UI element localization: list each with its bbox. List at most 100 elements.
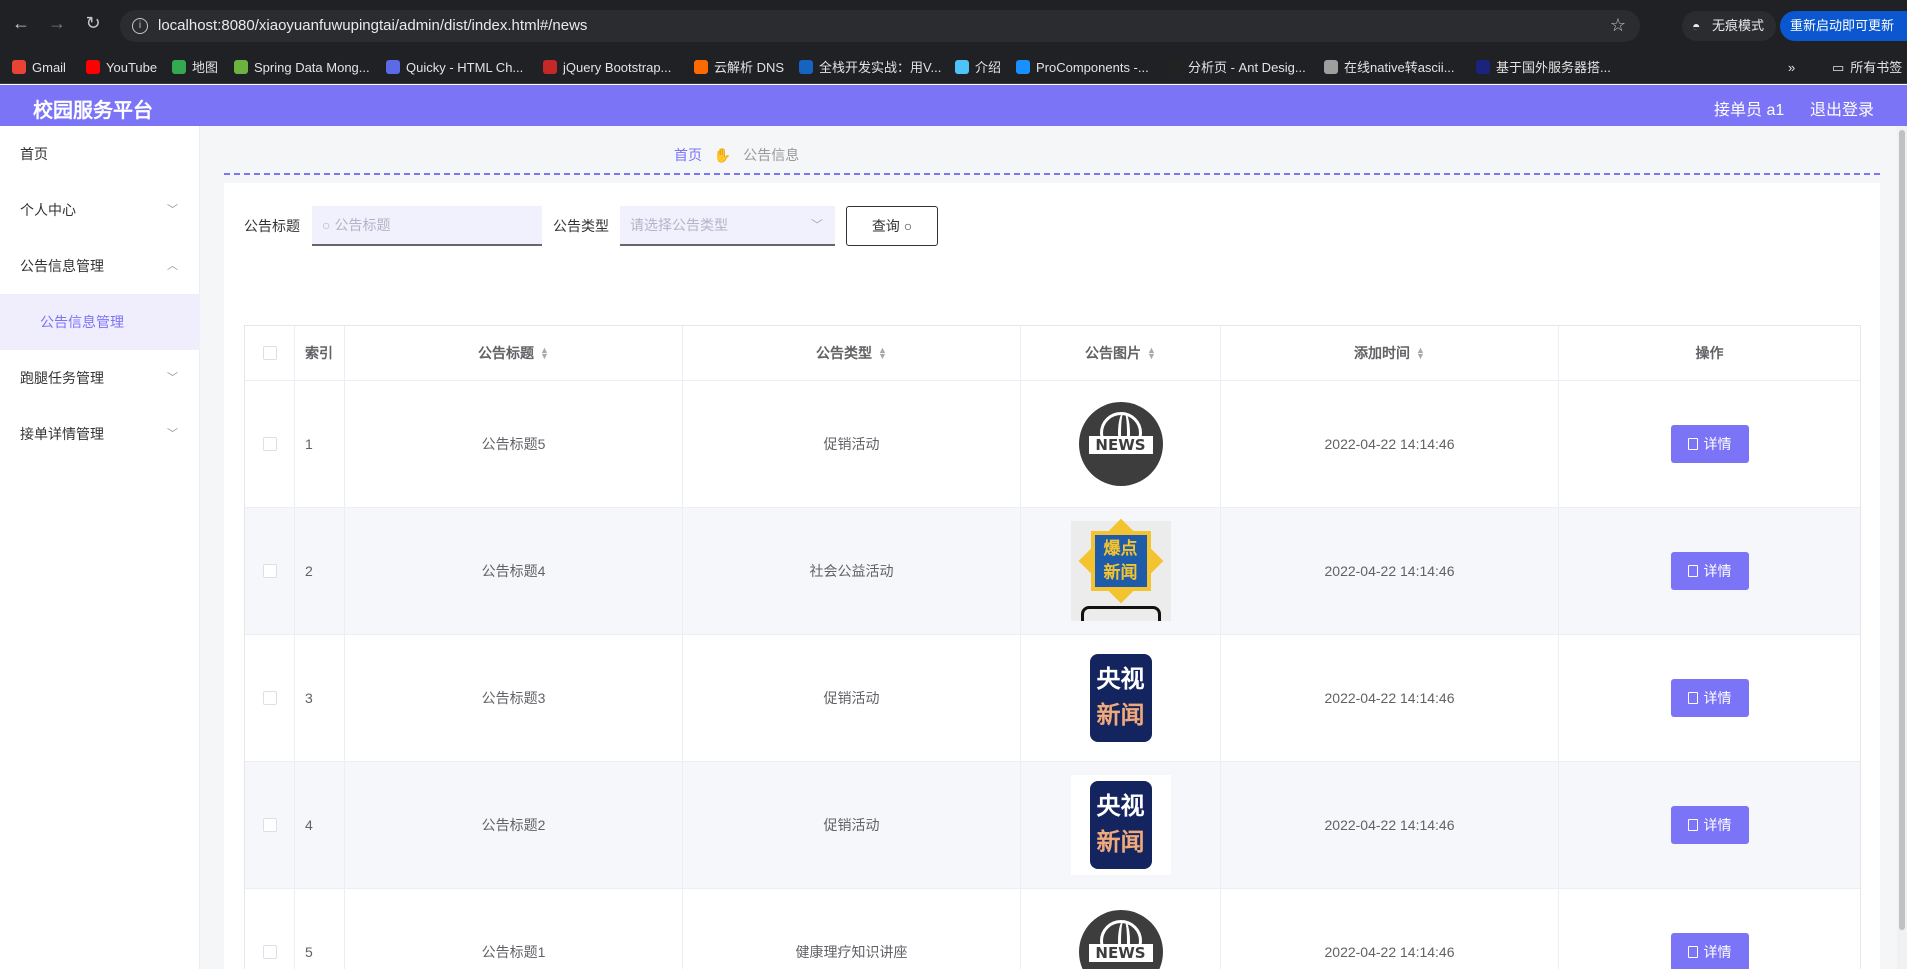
sidebar-item-home[interactable]: 首页 [0, 126, 200, 182]
address-bar[interactable]: i localhost:8080/xiaoyuanfuwupingtai/adm… [120, 10, 1640, 42]
detail-button[interactable]: 详情 [1670, 933, 1749, 969]
pro-icon [1168, 60, 1182, 74]
more-bookmarks-icon[interactable]: » [1788, 59, 1795, 77]
index-cell: 1 [295, 381, 345, 507]
detail-label: 详情 [1703, 563, 1732, 579]
back-icon[interactable]: ← [12, 14, 30, 32]
index-cell: 2 [295, 508, 345, 634]
type-select[interactable]: 请选择公告类型 ﹀ [620, 206, 835, 246]
header-title[interactable]: 公告标题 ▲ ▼ [345, 326, 683, 380]
incognito-icon: ◓ [1692, 18, 1701, 34]
sidebar-item-label: 首页 [20, 146, 48, 162]
breadcrumb-current: 公告信息 [743, 147, 800, 163]
update-button[interactable]: 重新启动即可更新 [1780, 11, 1907, 41]
sidebar-item-order-details[interactable]: 接单详情管理 ﹀ [0, 406, 200, 462]
news-text: NEWS [1088, 436, 1153, 454]
action-cell: 详情 [1559, 381, 1860, 507]
divider [224, 173, 1880, 175]
detail-button[interactable]: 详情 [1670, 425, 1749, 463]
time-cell: 2022-04-22 14:14:46 [1221, 762, 1559, 888]
bookmark-label: Spring Data Mong... [254, 60, 370, 75]
reload-icon[interactable]: ↻ [84, 14, 102, 32]
row-checkbox[interactable] [262, 818, 277, 832]
all-bookmarks-label: 所有书签 [1850, 60, 1903, 75]
header-image[interactable]: 公告图片 ▲ ▼ [1021, 326, 1221, 380]
detail-button[interactable]: 详情 [1670, 552, 1749, 590]
chevron-down-icon: ﹀ [167, 428, 178, 440]
cctv-news-image: 央视 新闻 [1070, 775, 1171, 875]
chevron-down-icon: ﹀ [810, 218, 823, 232]
bookmark-item[interactable]: ProComponents -... [1016, 59, 1149, 77]
row-select-cell [245, 635, 295, 761]
action-cell: 详情 [1559, 762, 1860, 888]
row-checkbox[interactable] [262, 437, 277, 451]
breadcrumb-home[interactable]: 首页 [674, 147, 702, 163]
aliyun-icon [694, 60, 708, 74]
query-button[interactable]: 查询 ○ [846, 206, 938, 246]
time-cell: 2022-04-22 14:14:46 [1221, 889, 1559, 969]
row-checkbox[interactable] [262, 945, 277, 959]
bookmark-item[interactable]: jQuery Bootstrap... [543, 59, 671, 77]
forward-icon[interactable]: → [48, 14, 66, 32]
sort-icon[interactable]: ▲ ▼ [540, 346, 549, 361]
bookmark-item[interactable]: 分析页 - Ant Desig... [1168, 59, 1306, 77]
bookmark-item[interactable]: Quicky - HTML Ch... [386, 59, 523, 77]
bookmark-item[interactable]: 云解析 DNS [694, 59, 784, 77]
type-cell: 促销活动 [683, 762, 1021, 888]
maps-icon [172, 60, 186, 74]
incognito-badge[interactable]: ◓ 无痕模式 [1682, 11, 1777, 41]
sidebar-item-errand-tasks[interactable]: 跑腿任务管理 ﹀ [0, 350, 200, 406]
bookmark-item[interactable]: Gmail [12, 59, 66, 77]
detail-button[interactable]: 详情 [1670, 806, 1749, 844]
sidebar-item-personal-center[interactable]: 个人中心 ﹀ [0, 182, 200, 238]
main-area: 首页 ✋ 公告信息 公告标题 ○ 公告标题 公告类型 请选择公告类型 ﹀ 查询 ○… [200, 126, 1907, 969]
title-search-input[interactable]: ○ 公告标题 [312, 206, 542, 246]
header-type[interactable]: 公告类型 ▲ ▼ [683, 326, 1021, 380]
type-cell: 促销活动 [683, 635, 1021, 761]
row-checkbox[interactable] [262, 691, 277, 705]
header-label: 操作 [1695, 345, 1724, 361]
bookmark-item[interactable]: 基于国外服务器搭... [1476, 59, 1611, 77]
bookmark-item[interactable]: YouTube [86, 59, 157, 77]
sidebar-subitem-notice-management[interactable]: 公告信息管理 [0, 294, 200, 350]
header-time[interactable]: 添加时间 ▲ ▼ [1221, 326, 1559, 380]
sidebar-item-notice-management[interactable]: 公告信息管理 ︿ [0, 238, 200, 294]
type-cell: 促销活动 [683, 381, 1021, 507]
app-title: 校园服务平台 [33, 100, 153, 122]
row-checkbox[interactable] [262, 564, 277, 578]
title-cell: 公告标题1 [345, 889, 683, 969]
select-all-checkbox[interactable] [262, 346, 277, 360]
sort-icon[interactable]: ▲ ▼ [1147, 346, 1156, 361]
sort-icon[interactable]: ▲ ▼ [1416, 346, 1425, 361]
image-cell: 央视 新闻 [1021, 762, 1221, 888]
bookmark-star-icon[interactable]: ☆ [1610, 15, 1626, 36]
hand-icon: ✋ [713, 147, 732, 163]
select-all-cell [245, 326, 295, 380]
logout-button[interactable]: 退出登录 [1810, 96, 1874, 120]
site-info-icon[interactable]: i [132, 18, 148, 34]
bookmark-item[interactable]: 地图 [172, 59, 218, 77]
bookmark-item[interactable]: 介绍 [955, 59, 1001, 77]
type-cell: 健康理疗知识讲座 [683, 889, 1021, 969]
incognito-label: 无痕模式 [1712, 18, 1765, 33]
index-cell: 5 [295, 889, 345, 969]
bookmark-item[interactable]: 全栈开发实战：用V... [799, 59, 941, 77]
image-cell: 爆点 新闻 [1021, 508, 1221, 634]
all-bookmarks[interactable]: ▭ 所有书签 [1832, 59, 1902, 77]
detail-label: 详情 [1703, 944, 1732, 960]
url-text[interactable]: localhost:8080/xiaoyuanfuwupingtai/admin… [158, 17, 587, 34]
quicky-icon [386, 60, 400, 74]
bookmarks-bar: Gmail YouTube 地图 Spring Data Mong... Qui… [0, 52, 1907, 84]
row-select-cell [245, 508, 295, 634]
sidebar: 首页 个人中心 ﹀ 公告信息管理 ︿ 公告信息管理 跑腿任务管理 ﹀ 接单详情管理 ﹀ [0, 126, 200, 969]
scrollbar-thumb[interactable] [1899, 130, 1905, 930]
detail-button[interactable]: 详情 [1670, 679, 1749, 717]
bookmark-item[interactable]: Spring Data Mong... [234, 59, 370, 77]
folder-icon: ▭ [1832, 60, 1845, 75]
row-select-cell [245, 889, 295, 969]
bookmark-item[interactable]: 在线native转ascii... [1324, 59, 1455, 77]
baodian-text: 爆点 新闻 [1094, 535, 1147, 587]
globe-icon [1324, 60, 1338, 74]
sort-icon[interactable]: ▲ ▼ [878, 346, 887, 361]
bookmark-label: 基于国外服务器搭... [1496, 60, 1611, 75]
